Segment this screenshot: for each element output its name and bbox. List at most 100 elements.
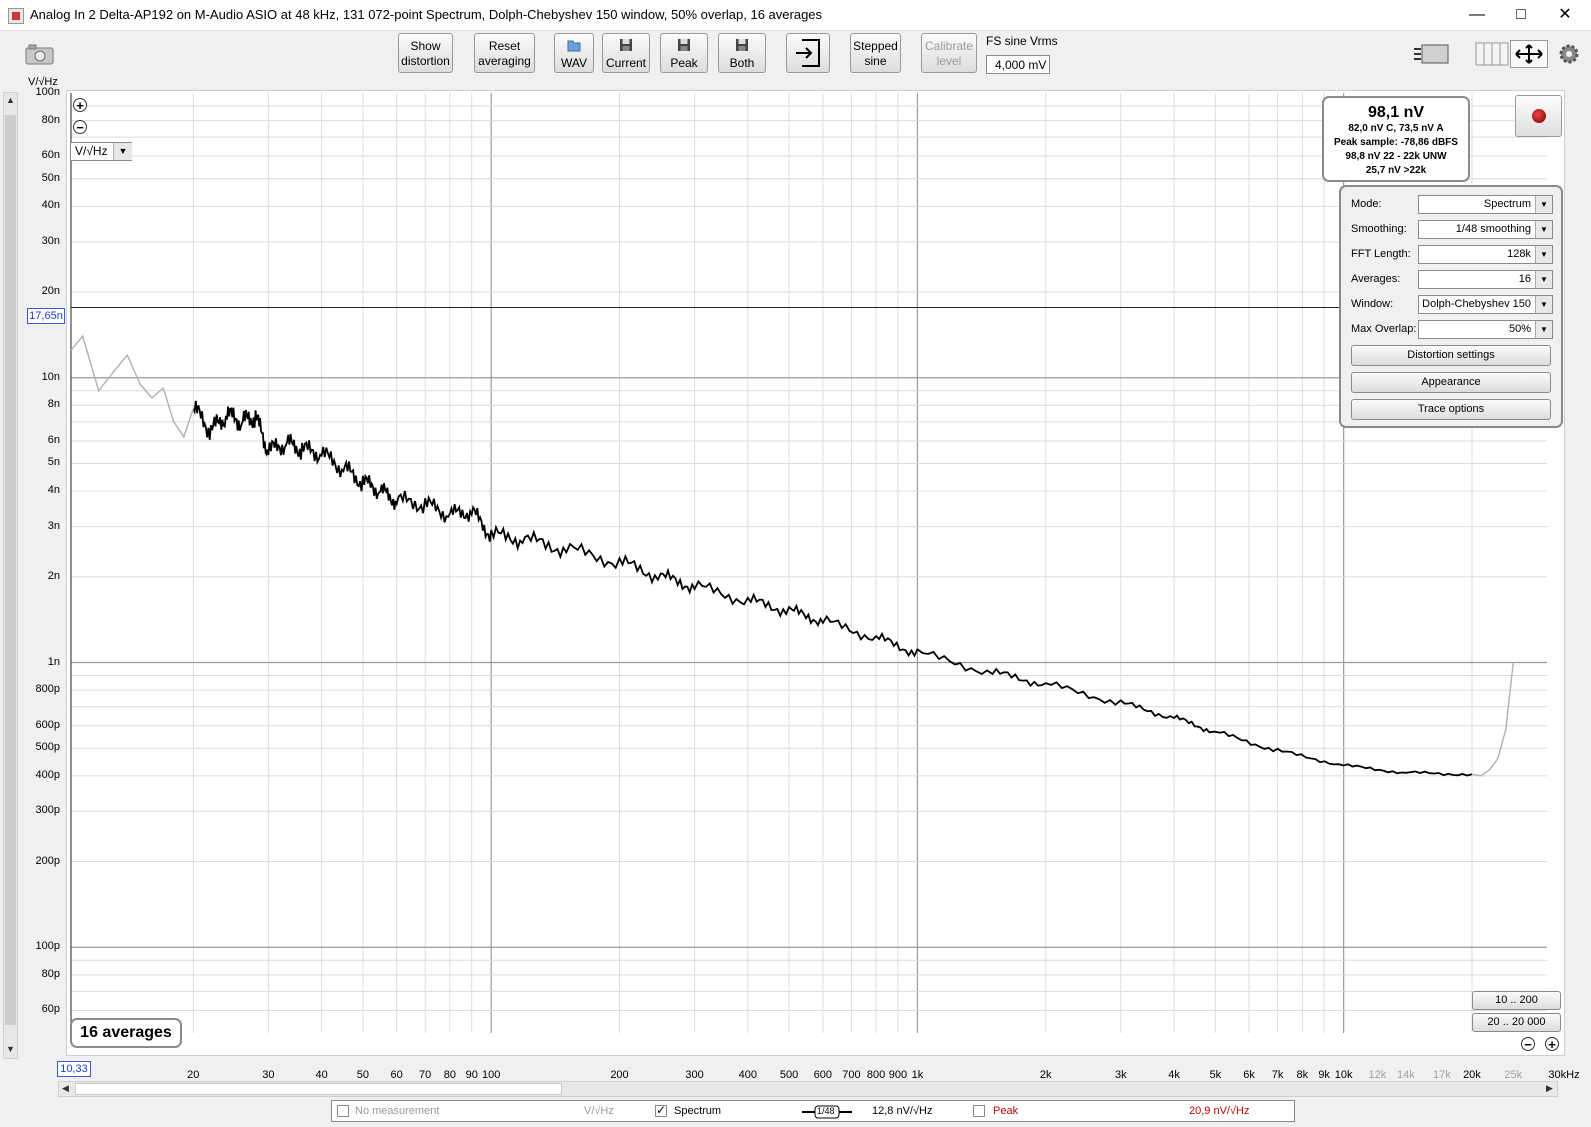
readout-line: 98,8 nV 22 - 22k UNW xyxy=(1345,151,1447,162)
layout-icon[interactable] xyxy=(1413,42,1451,66)
vertical-scroll-thumb[interactable] xyxy=(5,115,16,1025)
save-icon xyxy=(736,39,748,51)
horizontal-scrollbar[interactable]: ◀ ▶ xyxy=(58,1081,1558,1097)
reset-averaging-button[interactable]: Reset averaging xyxy=(474,33,535,73)
x-tick-label: 30kHz xyxy=(1548,1069,1580,1081)
chevron-down-icon: ▼ xyxy=(1535,196,1552,213)
window-label: Window: xyxy=(1351,298,1394,310)
fft-length-select[interactable]: 128k ▼ xyxy=(1418,245,1553,264)
range-20-20000-button[interactable]: 20 .. 20 000 xyxy=(1472,1013,1561,1032)
zoom-fit-icon[interactable] xyxy=(1510,40,1548,68)
both-button[interactable]: Both xyxy=(718,33,766,73)
smoothing-badge: 1/48 xyxy=(817,1106,835,1116)
trace-options-button[interactable]: Trace options xyxy=(1351,399,1551,420)
x-tick-label: 2k xyxy=(1039,1069,1052,1081)
averages-badge: 16 averages xyxy=(70,1018,182,1048)
spectrum-value: 12,8 nV/√Hz xyxy=(872,1105,933,1117)
calibrate-level-button[interactable]: Calibrate level xyxy=(921,33,977,73)
x-tick-label: 40 xyxy=(315,1069,328,1081)
x-tick-label: 20 xyxy=(187,1069,200,1081)
camera-icon[interactable] xyxy=(25,44,55,66)
zoom-in-icon[interactable]: + xyxy=(1545,1037,1559,1051)
show-distortion-button[interactable]: Show distortion xyxy=(398,33,453,73)
x-tick-label: 14k xyxy=(1397,1069,1415,1081)
record-icon xyxy=(1532,109,1546,123)
scroll-right-icon[interactable]: ▶ xyxy=(1543,1083,1556,1094)
x-tick-label: 20k xyxy=(1463,1069,1481,1081)
zoom-in-icon[interactable]: + xyxy=(73,98,87,112)
folder-icon xyxy=(567,40,581,52)
max-overlap-label: Max Overlap: xyxy=(1351,323,1417,335)
window-title: Analog In 2 Delta-AP192 on M-Audio ASIO … xyxy=(30,7,823,22)
peak-value: 20,9 nV/√Hz xyxy=(1189,1105,1250,1117)
mode-label: Mode: xyxy=(1351,198,1382,210)
settings-panel: Mode: Spectrum ▼ Smoothing: 1/48 smoothin… xyxy=(1339,185,1563,428)
save-icon xyxy=(678,39,690,51)
peak-label: Peak xyxy=(993,1105,1019,1117)
x-tick-label: 30 xyxy=(262,1069,275,1081)
no-measurement-unit: V/√Hz xyxy=(584,1105,614,1117)
cursor-y-readout: 17,65n xyxy=(27,308,65,324)
spectrum-trace-grey xyxy=(1471,662,1514,777)
chevron-down-icon: ▼ xyxy=(1535,271,1552,288)
scroll-up-icon[interactable]: ▲ xyxy=(4,95,17,105)
zoom-out-icon[interactable]: − xyxy=(1521,1037,1535,1051)
chevron-down-icon[interactable]: ▼ xyxy=(113,143,132,160)
distortion-settings-button[interactable]: Distortion settings xyxy=(1351,345,1551,366)
x-tick-label: 400 xyxy=(738,1069,757,1081)
appearance-button[interactable]: Appearance xyxy=(1351,372,1551,393)
smoothing-select[interactable]: 1/48 smoothing ▼ xyxy=(1418,220,1553,239)
fs-sine-input[interactable]: 4,000 mV xyxy=(986,55,1050,74)
close-icon[interactable]: ✕ xyxy=(1542,0,1588,30)
max-overlap-select[interactable]: 50% ▼ xyxy=(1418,320,1553,339)
chevron-down-icon: ▼ xyxy=(1535,221,1552,238)
vertical-scrollbar[interactable]: ▲ ▼ xyxy=(3,92,18,1059)
readout-line: 82,0 nV C, 73,5 nV A xyxy=(1348,123,1444,134)
mode-select[interactable]: Spectrum ▼ xyxy=(1418,195,1553,214)
current-button[interactable]: Current xyxy=(602,33,650,73)
legend-bar: No measurement V/√Hz Spectrum 1/48 12,8 … xyxy=(331,1100,1295,1122)
fs-sine-label: FS sine Vrms xyxy=(986,34,1058,48)
spectrum-label: Spectrum xyxy=(674,1105,722,1117)
wav-button[interactable]: WAV xyxy=(554,33,594,73)
zoom-out-icon[interactable]: − xyxy=(73,120,87,134)
app-icon xyxy=(8,8,24,24)
peak-checkbox[interactable] xyxy=(973,1105,985,1117)
horizontal-scroll-thumb[interactable] xyxy=(75,1083,562,1095)
readout-main: 98,1 nV xyxy=(1367,104,1425,121)
range-10-200-button[interactable]: 10 .. 200 xyxy=(1472,991,1561,1010)
maximize-icon[interactable]: □ xyxy=(1498,0,1544,30)
spectrum-trace xyxy=(192,400,1473,777)
x-tick-label: 100 xyxy=(482,1069,501,1081)
save-icon xyxy=(620,39,632,51)
record-button[interactable] xyxy=(1515,95,1562,137)
window-select[interactable]: Dolph-Chebyshev 150 ▼ xyxy=(1418,295,1553,314)
x-tick-label: 3k xyxy=(1114,1069,1127,1081)
x-tick-label: 1k xyxy=(911,1069,924,1081)
x-tick-label: 300 xyxy=(685,1069,704,1081)
x-tick-label: 4k xyxy=(1168,1069,1180,1081)
x-tick-label: 200 xyxy=(610,1069,629,1081)
fft-length-label: FFT Length: xyxy=(1351,248,1411,260)
peak-button[interactable]: Peak xyxy=(660,33,708,73)
smoothing-label: Smoothing: xyxy=(1351,223,1407,235)
no-measurement-checkbox[interactable] xyxy=(337,1105,349,1117)
scroll-left-icon[interactable]: ◀ xyxy=(59,1083,72,1094)
level-readout: 98,1 nV 82,0 nV C, 73,5 nV A Peak sample… xyxy=(1322,96,1470,182)
cursor-x-readout: 10,33 xyxy=(57,1061,91,1077)
title-bar: Analog In 2 Delta-AP192 on M-Audio ASIO … xyxy=(0,0,1591,31)
scroll-down-icon[interactable]: ▼ xyxy=(4,1044,17,1054)
averages-select[interactable]: 16 ▼ xyxy=(1418,270,1553,289)
averages-label: Averages: xyxy=(1351,273,1401,285)
chevron-down-icon: ▼ xyxy=(1535,321,1552,338)
spectrum-checkbox[interactable] xyxy=(655,1103,667,1117)
export-button[interactable] xyxy=(786,33,830,73)
chevron-down-icon: ▼ xyxy=(1535,246,1552,263)
gear-icon[interactable] xyxy=(1557,42,1581,66)
minimize-icon[interactable]: — xyxy=(1454,0,1500,30)
stepped-sine-button[interactable]: Stepped sine xyxy=(850,33,901,73)
no-measurement-label: No measurement xyxy=(355,1105,440,1117)
chevron-down-icon: ▼ xyxy=(1535,296,1552,313)
columns-icon[interactable] xyxy=(1475,42,1509,66)
readout-line: Peak sample: -78,86 dBFS xyxy=(1334,137,1458,148)
